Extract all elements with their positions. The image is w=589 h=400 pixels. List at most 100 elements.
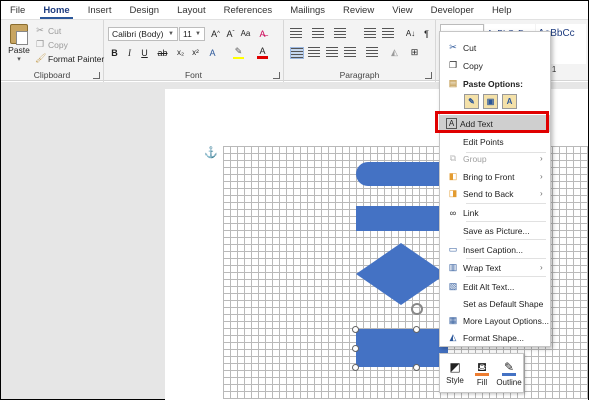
scissors-icon: ✂	[36, 25, 44, 35]
align-center-icon[interactable]	[308, 47, 322, 59]
format-painter-button[interactable]: 🖌 Format Painter	[35, 52, 104, 65]
align-left-icon[interactable]	[290, 47, 304, 59]
copy-icon: ❐	[35, 39, 45, 49]
menu-item-label: Group	[463, 153, 487, 164]
resize-handle-bottom-left[interactable]	[352, 364, 359, 371]
menu-item-link[interactable]: ∞ Link	[440, 204, 550, 221]
tab-layout[interactable]: Layout	[168, 5, 215, 19]
line-spacing-icon[interactable]	[366, 47, 380, 59]
tab-mailings[interactable]: Mailings	[281, 5, 334, 19]
bring-to-front-icon: ◧	[448, 171, 458, 181]
numbering-icon[interactable]	[312, 28, 326, 40]
superscript-button[interactable]: x²	[189, 46, 202, 59]
menu-item-bring-to-front[interactable]: ◧ Bring to Front ›	[440, 168, 550, 185]
chevron-right-icon: ›	[540, 263, 543, 272]
chevron-right-icon: ›	[540, 189, 543, 198]
menu-item-edit-points[interactable]: Edit Points	[440, 133, 550, 150]
resize-handle-bottom[interactable]	[413, 364, 420, 371]
chevron-down-icon: ▼	[168, 31, 174, 37]
font-color-button[interactable]: A	[256, 46, 269, 59]
anchor-icon: ⚓	[204, 147, 218, 159]
bullets-icon[interactable]	[290, 28, 304, 40]
paste-picture-icon[interactable]: ▣	[483, 94, 498, 109]
menu-item-set-default-shape[interactable]: Set as Default Shape	[440, 295, 550, 312]
tab-help[interactable]: Help	[483, 5, 521, 19]
alt-text-icon: ▧	[448, 281, 458, 291]
menu-item-copy[interactable]: ❐ Copy	[440, 57, 550, 74]
highlight-color-bar	[233, 57, 244, 59]
process-shape-1[interactable]	[356, 206, 446, 231]
borders-icon[interactable]: ⊞	[408, 46, 421, 59]
align-right-icon[interactable]	[326, 47, 340, 59]
chevron-down-icon: ▼	[195, 31, 201, 37]
shrink-font-button[interactable]: Aˇ	[224, 27, 237, 40]
grow-font-button[interactable]: A ^	[209, 27, 222, 40]
strikethrough-button[interactable]: ab	[156, 46, 169, 59]
menu-item-label: More Layout Options...	[463, 315, 549, 326]
font-launcher-icon[interactable]	[273, 72, 280, 79]
resize-handle-top[interactable]	[413, 326, 420, 333]
menu-item-more-layout-options[interactable]: ▦ More Layout Options...	[440, 312, 550, 329]
tab-references[interactable]: References	[215, 5, 282, 19]
tab-insert[interactable]: Insert	[79, 5, 121, 19]
save-picture-icon	[446, 225, 460, 237]
text-effects-icon[interactable]: A	[206, 46, 219, 59]
paragraph-launcher-icon[interactable]	[425, 72, 432, 79]
paste-keep-text-only-icon[interactable]: A	[502, 94, 517, 109]
tab-home[interactable]: Home	[34, 5, 78, 19]
terminator-shape[interactable]	[356, 162, 451, 186]
clipboard-group-label: Clipboard	[33, 70, 71, 80]
copy-button[interactable]: ❐ Copy	[35, 38, 68, 51]
paste-use-destination-theme-icon[interactable]: ✎	[464, 94, 479, 109]
menu-item-group[interactable]: ⧉ Group ›	[440, 150, 550, 167]
font-size-dropdown[interactable]: 11 ▼	[179, 27, 205, 41]
underline-button[interactable]: U	[138, 46, 151, 59]
paragraph-mark-icon[interactable]: ¶	[420, 27, 433, 40]
multilevel-list-icon[interactable]	[334, 28, 348, 40]
tab-review[interactable]: Review	[334, 5, 383, 19]
decrease-indent-icon[interactable]	[364, 28, 378, 40]
tab-file[interactable]: File	[1, 5, 34, 19]
menu-item-format-shape[interactable]: ◭ Format Shape...	[440, 329, 550, 346]
separator	[466, 276, 546, 277]
shading-icon[interactable]: ◭	[388, 46, 401, 59]
shape-style-button[interactable]: ◩ Style	[442, 358, 468, 385]
process-shape-selected[interactable]	[356, 329, 448, 367]
fill-label: Fill	[476, 378, 488, 387]
increase-indent-icon[interactable]	[382, 28, 396, 40]
shape-fill-button[interactable]: ⛾ Fill	[469, 358, 495, 387]
menu-item-insert-caption[interactable]: ▭ Insert Caption...	[440, 241, 550, 258]
justify-icon[interactable]	[344, 47, 358, 59]
format-painter-label: Format Painter	[48, 53, 105, 64]
clear-formatting-icon[interactable]: A̶	[256, 27, 269, 40]
change-case-button[interactable]: Aa	[239, 27, 252, 40]
resize-handle-top-left[interactable]	[352, 326, 359, 333]
menu-item-cut[interactable]: ✂ Cut	[440, 39, 550, 56]
font-name-dropdown[interactable]: Calibri (Body) ▼	[108, 27, 178, 41]
cut-button[interactable]: ✂ Cut	[35, 24, 61, 37]
highlight-button[interactable]: ✎	[232, 46, 245, 59]
default-shape-icon	[446, 298, 460, 310]
menu-item-wrap-text[interactable]: ▥ Wrap Text ›	[440, 259, 550, 276]
clipboard-launcher-icon[interactable]	[93, 72, 100, 79]
paint-bucket-icon: ⛾	[477, 360, 487, 374]
clipboard-icon	[10, 24, 28, 45]
italic-button[interactable]: I	[123, 46, 136, 59]
tab-developer[interactable]: Developer	[422, 5, 483, 19]
menu-item-send-to-back[interactable]: ◨ Send to Back ›	[440, 185, 550, 202]
resize-handle-left[interactable]	[352, 345, 359, 352]
sort-icon[interactable]: A↓	[404, 27, 417, 40]
paste-button[interactable]: Paste ▾	[6, 24, 32, 63]
rotation-handle[interactable]	[411, 303, 423, 315]
tab-design[interactable]: Design	[120, 5, 168, 19]
clipboard-icon: ▤	[448, 78, 458, 88]
bold-button[interactable]: B	[108, 46, 121, 59]
menu-item-label: Wrap Text	[463, 262, 501, 273]
format-shape-icon: ◭	[449, 332, 457, 342]
menu-item-edit-alt-text[interactable]: ▧ Edit Alt Text...	[440, 278, 550, 295]
menu-item-label: Link	[463, 207, 479, 218]
menu-item-save-as-picture[interactable]: Save as Picture...	[440, 222, 550, 239]
subscript-button[interactable]: x₂	[174, 46, 187, 59]
tab-view[interactable]: View	[383, 5, 421, 19]
shape-outline-button[interactable]: ✎ Outline	[496, 358, 522, 387]
